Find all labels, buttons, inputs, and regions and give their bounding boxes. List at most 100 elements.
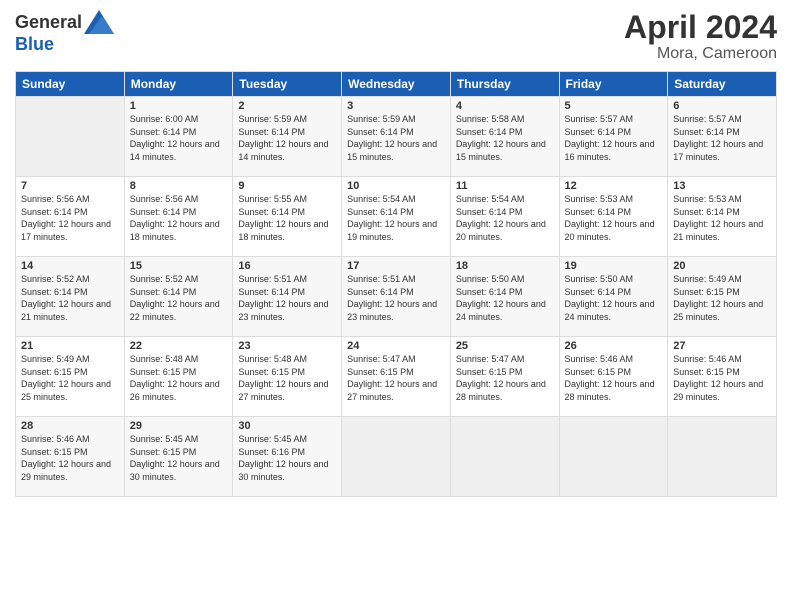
day-number: 7 [21, 180, 119, 192]
calendar-cell: 10Sunrise: 5:54 AM Sunset: 6:14 PM Dayli… [342, 177, 451, 257]
day-info: Sunrise: 5:52 AM Sunset: 6:14 PM Dayligh… [21, 273, 119, 323]
calendar-cell [559, 417, 668, 497]
calendar-cell: 25Sunrise: 5:47 AM Sunset: 6:15 PM Dayli… [450, 337, 559, 417]
col-thursday: Thursday [450, 72, 559, 97]
calendar-cell: 11Sunrise: 5:54 AM Sunset: 6:14 PM Dayli… [450, 177, 559, 257]
day-info: Sunrise: 5:49 AM Sunset: 6:15 PM Dayligh… [21, 353, 119, 403]
col-monday: Monday [124, 72, 233, 97]
day-info: Sunrise: 5:50 AM Sunset: 6:14 PM Dayligh… [565, 273, 663, 323]
day-number: 11 [456, 180, 554, 192]
week-row-4: 21Sunrise: 5:49 AM Sunset: 6:15 PM Dayli… [16, 337, 777, 417]
day-number: 5 [565, 100, 663, 112]
day-info: Sunrise: 5:56 AM Sunset: 6:14 PM Dayligh… [21, 193, 119, 243]
day-number: 21 [21, 340, 119, 352]
day-info: Sunrise: 5:53 AM Sunset: 6:14 PM Dayligh… [673, 193, 771, 243]
col-sunday: Sunday [16, 72, 125, 97]
calendar-cell: 30Sunrise: 5:45 AM Sunset: 6:16 PM Dayli… [233, 417, 342, 497]
day-number: 4 [456, 100, 554, 112]
day-info: Sunrise: 5:54 AM Sunset: 6:14 PM Dayligh… [456, 193, 554, 243]
day-info: Sunrise: 5:48 AM Sunset: 6:15 PM Dayligh… [238, 353, 336, 403]
calendar-cell: 12Sunrise: 5:53 AM Sunset: 6:14 PM Dayli… [559, 177, 668, 257]
day-number: 29 [130, 420, 228, 432]
day-info: Sunrise: 5:59 AM Sunset: 6:14 PM Dayligh… [238, 113, 336, 163]
calendar-table: Sunday Monday Tuesday Wednesday Thursday… [15, 71, 777, 497]
week-row-2: 7Sunrise: 5:56 AM Sunset: 6:14 PM Daylig… [16, 177, 777, 257]
calendar-cell: 2Sunrise: 5:59 AM Sunset: 6:14 PM Daylig… [233, 97, 342, 177]
calendar-cell: 26Sunrise: 5:46 AM Sunset: 6:15 PM Dayli… [559, 337, 668, 417]
calendar-cell: 29Sunrise: 5:45 AM Sunset: 6:15 PM Dayli… [124, 417, 233, 497]
col-friday: Friday [559, 72, 668, 97]
calendar-cell: 18Sunrise: 5:50 AM Sunset: 6:14 PM Dayli… [450, 257, 559, 337]
day-number: 24 [347, 340, 445, 352]
day-info: Sunrise: 5:46 AM Sunset: 6:15 PM Dayligh… [21, 433, 119, 483]
day-number: 3 [347, 100, 445, 112]
day-number: 2 [238, 100, 336, 112]
day-number: 14 [21, 260, 119, 272]
col-tuesday: Tuesday [233, 72, 342, 97]
day-number: 23 [238, 340, 336, 352]
day-number: 19 [565, 260, 663, 272]
calendar-cell: 9Sunrise: 5:55 AM Sunset: 6:14 PM Daylig… [233, 177, 342, 257]
day-info: Sunrise: 5:46 AM Sunset: 6:15 PM Dayligh… [565, 353, 663, 403]
title-block: April 2024 Mora, Cameroon [624, 10, 777, 63]
calendar-cell [16, 97, 125, 177]
day-info: Sunrise: 6:00 AM Sunset: 6:14 PM Dayligh… [130, 113, 228, 163]
day-number: 16 [238, 260, 336, 272]
calendar-cell: 8Sunrise: 5:56 AM Sunset: 6:14 PM Daylig… [124, 177, 233, 257]
logo: General Blue [15, 10, 114, 55]
calendar-cell [450, 417, 559, 497]
header: General Blue April 2024 Mora, Cameroon [15, 10, 777, 63]
calendar-cell: 21Sunrise: 5:49 AM Sunset: 6:15 PM Dayli… [16, 337, 125, 417]
day-info: Sunrise: 5:45 AM Sunset: 6:16 PM Dayligh… [238, 433, 336, 483]
day-info: Sunrise: 5:48 AM Sunset: 6:15 PM Dayligh… [130, 353, 228, 403]
day-info: Sunrise: 5:51 AM Sunset: 6:14 PM Dayligh… [238, 273, 336, 323]
day-number: 8 [130, 180, 228, 192]
day-number: 17 [347, 260, 445, 272]
logo-icon [84, 10, 114, 34]
day-info: Sunrise: 5:47 AM Sunset: 6:15 PM Dayligh… [456, 353, 554, 403]
calendar-cell: 7Sunrise: 5:56 AM Sunset: 6:14 PM Daylig… [16, 177, 125, 257]
day-info: Sunrise: 5:50 AM Sunset: 6:14 PM Dayligh… [456, 273, 554, 323]
day-info: Sunrise: 5:55 AM Sunset: 6:14 PM Dayligh… [238, 193, 336, 243]
day-info: Sunrise: 5:57 AM Sunset: 6:14 PM Dayligh… [565, 113, 663, 163]
calendar-cell: 22Sunrise: 5:48 AM Sunset: 6:15 PM Dayli… [124, 337, 233, 417]
day-number: 12 [565, 180, 663, 192]
day-number: 30 [238, 420, 336, 432]
calendar-cell: 28Sunrise: 5:46 AM Sunset: 6:15 PM Dayli… [16, 417, 125, 497]
calendar-title: April 2024 [624, 10, 777, 45]
day-number: 6 [673, 100, 771, 112]
page: General Blue April 2024 Mora, Cameroon S… [0, 0, 792, 612]
calendar-cell: 6Sunrise: 5:57 AM Sunset: 6:14 PM Daylig… [668, 97, 777, 177]
calendar-cell: 5Sunrise: 5:57 AM Sunset: 6:14 PM Daylig… [559, 97, 668, 177]
calendar-cell [668, 417, 777, 497]
calendar-cell: 19Sunrise: 5:50 AM Sunset: 6:14 PM Dayli… [559, 257, 668, 337]
col-saturday: Saturday [668, 72, 777, 97]
day-number: 13 [673, 180, 771, 192]
week-row-3: 14Sunrise: 5:52 AM Sunset: 6:14 PM Dayli… [16, 257, 777, 337]
day-number: 18 [456, 260, 554, 272]
calendar-cell: 13Sunrise: 5:53 AM Sunset: 6:14 PM Dayli… [668, 177, 777, 257]
week-row-1: 1Sunrise: 6:00 AM Sunset: 6:14 PM Daylig… [16, 97, 777, 177]
day-info: Sunrise: 5:53 AM Sunset: 6:14 PM Dayligh… [565, 193, 663, 243]
day-info: Sunrise: 5:47 AM Sunset: 6:15 PM Dayligh… [347, 353, 445, 403]
calendar-cell: 23Sunrise: 5:48 AM Sunset: 6:15 PM Dayli… [233, 337, 342, 417]
day-info: Sunrise: 5:51 AM Sunset: 6:14 PM Dayligh… [347, 273, 445, 323]
day-info: Sunrise: 5:46 AM Sunset: 6:15 PM Dayligh… [673, 353, 771, 403]
day-info: Sunrise: 5:57 AM Sunset: 6:14 PM Dayligh… [673, 113, 771, 163]
day-number: 1 [130, 100, 228, 112]
calendar-cell: 20Sunrise: 5:49 AM Sunset: 6:15 PM Dayli… [668, 257, 777, 337]
calendar-cell: 14Sunrise: 5:52 AM Sunset: 6:14 PM Dayli… [16, 257, 125, 337]
calendar-cell: 16Sunrise: 5:51 AM Sunset: 6:14 PM Dayli… [233, 257, 342, 337]
calendar-cell [342, 417, 451, 497]
day-number: 20 [673, 260, 771, 272]
calendar-cell: 3Sunrise: 5:59 AM Sunset: 6:14 PM Daylig… [342, 97, 451, 177]
day-info: Sunrise: 5:52 AM Sunset: 6:14 PM Dayligh… [130, 273, 228, 323]
day-info: Sunrise: 5:59 AM Sunset: 6:14 PM Dayligh… [347, 113, 445, 163]
header-row: Sunday Monday Tuesday Wednesday Thursday… [16, 72, 777, 97]
calendar-cell: 1Sunrise: 6:00 AM Sunset: 6:14 PM Daylig… [124, 97, 233, 177]
day-info: Sunrise: 5:49 AM Sunset: 6:15 PM Dayligh… [673, 273, 771, 323]
day-info: Sunrise: 5:54 AM Sunset: 6:14 PM Dayligh… [347, 193, 445, 243]
week-row-5: 28Sunrise: 5:46 AM Sunset: 6:15 PM Dayli… [16, 417, 777, 497]
day-number: 28 [21, 420, 119, 432]
logo-general-text: General [15, 12, 82, 33]
